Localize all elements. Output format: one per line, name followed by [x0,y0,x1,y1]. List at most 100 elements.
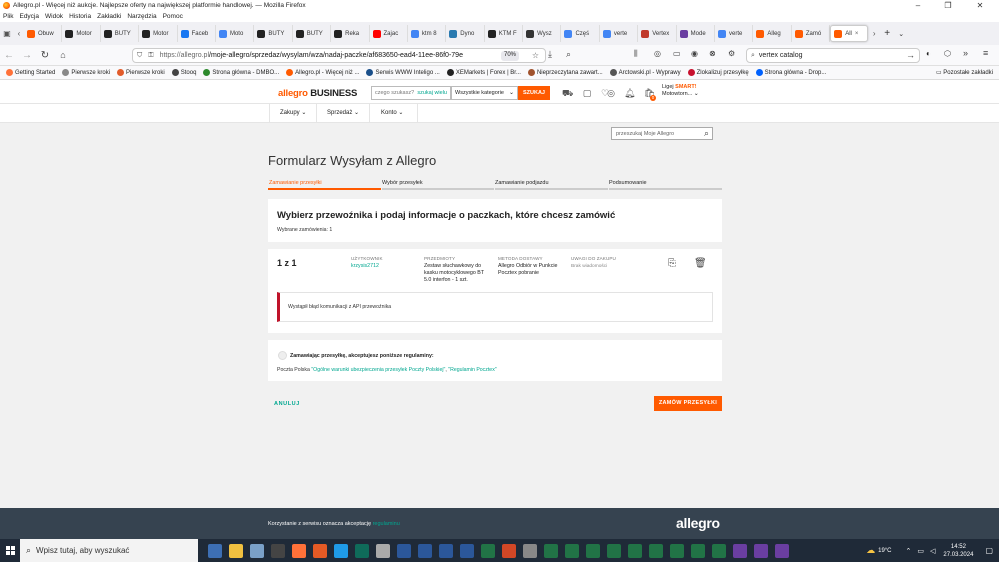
bookmark-item[interactable]: Serwis WWW Inteligo ... [366,69,440,76]
extension-icon-3[interactable]: ⊗ [709,49,716,58]
menu-narzedzia[interactable]: Narzędzia [127,13,156,20]
scroll-tabs-right-icon[interactable]: › [868,29,880,38]
close-window-button[interactable]: ✕ [965,0,995,11]
taskbar-app-icon[interactable] [522,543,537,558]
maximize-button[interactable]: ❐ [933,0,963,11]
browser-tab[interactable]: KTM F [485,25,524,42]
taskbar-app-icon[interactable] [774,543,789,558]
browser-tab[interactable]: Zajac [370,25,408,42]
taskbar-app-icon[interactable] [669,543,684,558]
extension-icon-2[interactable]: ◉ [691,49,698,58]
taskbar-app-icon[interactable] [312,543,327,558]
search-button[interactable]: SZUKAJ [518,86,550,100]
library-icon[interactable]: ⫼ [634,49,638,59]
subnav-sprzedaz[interactable]: Sprzedaż ⌄ [317,104,371,123]
bookmark-item[interactable]: Arctowski.pl - Wyprawy [609,69,681,76]
reload-icon[interactable]: ↻ [36,50,54,61]
subnav-konto[interactable]: Konto ⌄ [371,104,418,123]
lock-icon[interactable]: ⚿ [148,52,153,60]
search-many-link[interactable]: szukaj wielu [417,90,447,96]
browser-tab[interactable]: All × [830,25,869,42]
taskbar-app-icon[interactable] [606,543,621,558]
terms-link-insurance[interactable]: "Ogólne warunki ubezpieczenia przesyłek … [311,367,445,373]
bookmark-item[interactable]: Strona główna - Drop... [755,69,826,76]
search-go-icon[interactable]: → [906,50,915,60]
volume-icon[interactable]: ◁ [930,547,935,555]
header-search-input[interactable]: czego szukasz? szukaj wielu [371,86,451,100]
tray-chevron-icon[interactable]: ⌃ [906,547,912,555]
bookmark-item[interactable]: Pierwsze kroki [62,69,110,76]
eye-icon[interactable]: ◎ [606,88,616,98]
taskbar-app-icon[interactable] [648,543,663,558]
search-bar[interactable]: ⌕ vertex catalog → [746,48,920,63]
truck-icon[interactable]: ⛟ [562,88,573,98]
browser-tab[interactable]: Alleg [753,25,792,42]
taskbar-app-icon[interactable] [354,543,369,558]
browser-tab[interactable]: Wysz [523,25,562,42]
browser-tab[interactable]: Częś [561,25,600,42]
download-icon[interactable]: ⤓ [548,49,552,60]
subnav-zakupy[interactable]: Zakupy ⌄ [269,104,318,123]
bookmark-item[interactable]: Stooq [171,69,196,76]
overflow-icon[interactable]: » [963,48,968,58]
shield-icon[interactable]: ⛉ [137,52,142,60]
taskbar-app-icon[interactable] [438,543,453,558]
browser-tab[interactable]: BUTY [293,25,332,42]
cancel-button[interactable]: ANULUJ [274,401,300,407]
browser-tab[interactable]: ktm 8 [408,25,447,42]
notifications-icon[interactable]: ▢ [985,546,993,555]
taskbar-app-icon[interactable] [585,543,600,558]
taskbar-app-icon[interactable] [564,543,579,558]
allegro-business-logo[interactable]: allegro BUSINESS [278,88,357,99]
zoom-icon[interactable]: ⌕ [566,49,571,60]
menu-pomoc[interactable]: Pomoc [163,13,183,20]
extension-icon-4[interactable]: ⚙ [728,49,735,58]
menu-plik[interactable]: Plik [3,13,13,20]
menu-edycja[interactable]: Edycja [19,13,39,20]
browser-tab[interactable]: Motor [139,25,178,42]
browser-tab[interactable]: verte [600,25,639,42]
minimize-button[interactable]: – [903,0,933,11]
trash-icon[interactable]: 🗑︎ [694,258,707,269]
browser-tab[interactable]: Zamó [792,25,831,42]
browser-tab[interactable]: Reka [331,25,370,42]
bookmark-item[interactable]: Nieprzeczytana zawart... [527,69,603,76]
terms-link-pocztex[interactable]: "Regulamin Pocztex" [448,367,496,373]
taskbar-app-icon[interactable] [417,543,432,558]
bell-icon[interactable]: 🔔︎ [624,88,635,98]
other-bookmarks[interactable]: ▭ Pozostałe zakładki [936,69,993,76]
menu-widok[interactable]: Widok [45,13,63,20]
new-tab-icon[interactable]: + [880,28,894,39]
bookmark-item[interactable]: XEMarkets | Forex | Br... [446,69,521,76]
bookmark-star-icon[interactable]: ☆ [532,51,539,60]
taskbar-app-icon[interactable] [459,543,474,558]
taskbar-search-input[interactable]: ⌕ Wpisz tutaj, aby wyszukać [20,539,198,562]
close-tab-icon[interactable]: × [855,31,859,37]
sidebar-icon[interactable]: ▭ [673,49,681,58]
taskbar-app-icon[interactable] [501,543,516,558]
browser-tab[interactable]: Motor [62,25,101,42]
network-icon[interactable]: ▭ [917,547,924,555]
temperature[interactable]: 19°C [878,548,891,554]
back-icon[interactable]: ← [0,50,18,61]
app-menu-icon[interactable]: ≡ [983,48,988,58]
taskbar-app-icon[interactable] [375,543,390,558]
user-link[interactable]: krzysis2712 [351,263,379,270]
taskbar-app-icon[interactable] [291,543,306,558]
taskbar-app-icon[interactable] [753,543,768,558]
browser-tab[interactable]: Dyno [446,25,485,42]
taskbar-app-icon[interactable] [270,543,285,558]
weather-icon[interactable]: ☁ [866,545,875,556]
taskbar-app-icon[interactable] [732,543,747,558]
taskbar-app-icon[interactable] [333,543,348,558]
browser-tab[interactable]: Vertex [638,25,677,42]
tab-list-icon[interactable]: ▣ [0,29,14,38]
clock[interactable]: 14:52 27.03.2024 [943,543,973,559]
extension-icon-5[interactable]: ◐ [926,49,931,58]
forward-icon[interactable]: → [18,50,36,61]
home-icon[interactable]: ⌂ [54,50,72,60]
all-tabs-icon[interactable]: ⌄ [894,30,908,38]
bookmark-item[interactable]: Getting Started [6,69,55,76]
split-order-icon[interactable]: ⎘ [668,258,676,269]
footer-allegro-logo[interactable]: allegro [676,515,720,531]
